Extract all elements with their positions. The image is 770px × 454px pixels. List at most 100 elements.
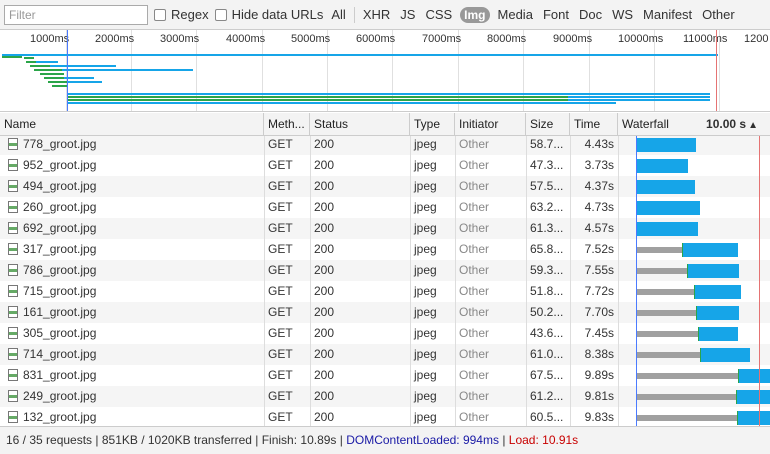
image-file-icon bbox=[8, 348, 18, 360]
request-table-body: 778_groot.jpg GET 200 jpeg Other 58.7... 4.43s… bbox=[0, 136, 770, 426]
table-row[interactable]: 260_groot.jpg GET 200 jpeg Other 63.2... 4.73s bbox=[0, 197, 770, 218]
regex-checkbox[interactable]: Regex bbox=[154, 7, 209, 22]
cell-size: 59.3... bbox=[530, 263, 564, 277]
type-filter-js[interactable]: JS bbox=[398, 6, 417, 23]
request-name: 260_groot.jpg bbox=[23, 200, 97, 214]
column-divider bbox=[264, 136, 265, 426]
cell-name[interactable]: 317_groot.jpg bbox=[0, 239, 264, 260]
cell-time: 9.83s bbox=[584, 410, 614, 424]
waterfall-receiving-bar bbox=[701, 348, 750, 362]
waterfall-sort-time[interactable]: 10.00 s ▲ bbox=[706, 113, 758, 136]
cell-name[interactable]: 831_groot.jpg bbox=[0, 365, 264, 386]
cell-size: 63.2... bbox=[530, 200, 564, 214]
column-header-status[interactable]: Status bbox=[310, 113, 410, 136]
cell-status: 200 bbox=[314, 179, 335, 193]
type-filter-media[interactable]: Media bbox=[496, 6, 535, 23]
cell-initiator: Other bbox=[459, 179, 490, 193]
cell-method: GET bbox=[268, 305, 293, 319]
waterfall-receiving-bar bbox=[737, 390, 770, 404]
cell-status: 200 bbox=[314, 410, 335, 424]
cell-time: 7.72s bbox=[584, 284, 614, 298]
table-row[interactable]: 715_groot.jpg GET 200 jpeg Other 51.8... 7.72s bbox=[0, 281, 770, 302]
overview-tick-label: 11000ms bbox=[683, 33, 728, 45]
cell-name[interactable]: 715_groot.jpg bbox=[0, 281, 264, 302]
table-row[interactable]: 161_groot.jpg GET 200 jpeg Other 50.2... 7.70s bbox=[0, 302, 770, 323]
table-row[interactable]: 132_groot.jpg GET 200 jpeg Other 60.5... 9.83s bbox=[0, 407, 770, 426]
waterfall-waiting-bar bbox=[636, 268, 687, 274]
cell-name[interactable]: 714_groot.jpg bbox=[0, 344, 264, 365]
cell-name[interactable]: 778_groot.jpg bbox=[0, 136, 264, 155]
overview-request-bar bbox=[44, 77, 64, 79]
cell-name[interactable]: 161_groot.jpg bbox=[0, 302, 264, 323]
status-separator: | bbox=[498, 433, 509, 447]
table-row[interactable]: 952_groot.jpg GET 200 jpeg Other 47.3... 3.73s bbox=[0, 155, 770, 176]
table-row[interactable]: 249_groot.jpg GET 200 jpeg Other 61.2... 9.81s bbox=[0, 386, 770, 407]
type-filter-img[interactable]: Img bbox=[460, 6, 490, 23]
table-row[interactable]: 786_groot.jpg GET 200 jpeg Other 59.3... 7.55s bbox=[0, 260, 770, 281]
image-file-icon bbox=[8, 306, 18, 318]
hide-data-urls-checkbox[interactable]: Hide data URLs bbox=[214, 7, 323, 22]
type-filter-xhr[interactable]: XHR bbox=[361, 6, 392, 23]
column-header-type[interactable]: Type bbox=[410, 113, 455, 136]
network-overview[interactable]: 1000ms 2000ms 3000ms 4000ms 5000ms 6000ms 7000… bbox=[0, 30, 770, 112]
cell-name[interactable]: 494_groot.jpg bbox=[0, 176, 264, 197]
request-name: 249_groot.jpg bbox=[23, 389, 97, 403]
table-row[interactable]: 714_groot.jpg GET 200 jpeg Other 61.0... 8.38s bbox=[0, 344, 770, 365]
type-filter-all[interactable]: All bbox=[329, 6, 347, 23]
overview-tick-label: 6000ms bbox=[356, 33, 396, 45]
waterfall-receiving-bar bbox=[637, 159, 688, 173]
waterfall-receiving-bar bbox=[683, 243, 738, 257]
overview-tick-label: 4000ms bbox=[226, 33, 266, 45]
waterfall-receiving-bar bbox=[637, 180, 695, 194]
cell-initiator: Other bbox=[459, 263, 490, 277]
image-file-icon bbox=[8, 180, 18, 192]
overview-tick-label: 5000ms bbox=[291, 33, 331, 45]
cell-name[interactable]: 305_groot.jpg bbox=[0, 323, 264, 344]
table-row[interactable]: 494_groot.jpg GET 200 jpeg Other 57.5... 4.37s bbox=[0, 176, 770, 197]
image-file-icon bbox=[8, 201, 18, 213]
cell-method: GET bbox=[268, 221, 293, 235]
column-header-size[interactable]: Size bbox=[526, 113, 570, 136]
cell-time: 9.89s bbox=[584, 368, 614, 382]
cell-initiator: Other bbox=[459, 221, 490, 235]
cell-type: jpeg bbox=[414, 284, 437, 298]
cell-initiator: Other bbox=[459, 347, 490, 361]
request-summary: 16 / 35 requests | 851KB / 1020KB transf… bbox=[6, 433, 347, 447]
cell-time: 4.43s bbox=[584, 137, 614, 151]
type-filter-manifest[interactable]: Manifest bbox=[641, 6, 694, 23]
table-row[interactable]: 831_groot.jpg GET 200 jpeg Other 67.5... 9.89s bbox=[0, 365, 770, 386]
column-header-method[interactable]: Meth... bbox=[264, 113, 310, 136]
type-filter-css[interactable]: CSS bbox=[423, 6, 454, 23]
overview-tick-label: 10000ms bbox=[618, 33, 664, 45]
column-header-name[interactable]: Name bbox=[0, 113, 264, 136]
cell-time: 9.81s bbox=[584, 389, 614, 403]
cell-size: 61.3... bbox=[530, 221, 564, 235]
request-name: 714_groot.jpg bbox=[23, 347, 97, 361]
cell-method: GET bbox=[268, 326, 293, 340]
cell-name[interactable]: 952_groot.jpg bbox=[0, 155, 264, 176]
cell-name[interactable]: 132_groot.jpg bbox=[0, 407, 264, 426]
type-filter-font[interactable]: Font bbox=[541, 6, 571, 23]
table-row[interactable]: 305_groot.jpg GET 200 jpeg Other 43.6... 7.45s bbox=[0, 323, 770, 344]
cell-name[interactable]: 260_groot.jpg bbox=[0, 197, 264, 218]
type-filter-ws[interactable]: WS bbox=[610, 6, 635, 23]
overview-request-bar bbox=[68, 81, 102, 83]
cell-method: GET bbox=[268, 284, 293, 298]
hide-data-urls-checkbox-box[interactable] bbox=[214, 8, 227, 21]
cell-name[interactable]: 692_groot.jpg bbox=[0, 218, 264, 239]
cell-method: GET bbox=[268, 137, 293, 151]
type-filter-other[interactable]: Other bbox=[700, 6, 737, 23]
cell-name[interactable]: 249_groot.jpg bbox=[0, 386, 264, 407]
image-file-icon bbox=[8, 138, 18, 150]
filter-input[interactable] bbox=[4, 4, 148, 25]
overview-request-bar bbox=[40, 73, 64, 75]
table-row[interactable]: 692_groot.jpg GET 200 jpeg Other 61.3... 4.57s bbox=[0, 218, 770, 239]
table-row[interactable]: 778_groot.jpg GET 200 jpeg Other 58.7... 4.43s bbox=[0, 136, 770, 155]
column-header-time[interactable]: Time bbox=[570, 113, 618, 136]
type-filter-doc[interactable]: Doc bbox=[577, 6, 604, 23]
cell-initiator: Other bbox=[459, 305, 490, 319]
table-row[interactable]: 317_groot.jpg GET 200 jpeg Other 65.8... 7.52s bbox=[0, 239, 770, 260]
regex-checkbox-box[interactable] bbox=[154, 8, 166, 21]
column-header-initiator[interactable]: Initiator bbox=[455, 113, 526, 136]
cell-name[interactable]: 786_groot.jpg bbox=[0, 260, 264, 281]
